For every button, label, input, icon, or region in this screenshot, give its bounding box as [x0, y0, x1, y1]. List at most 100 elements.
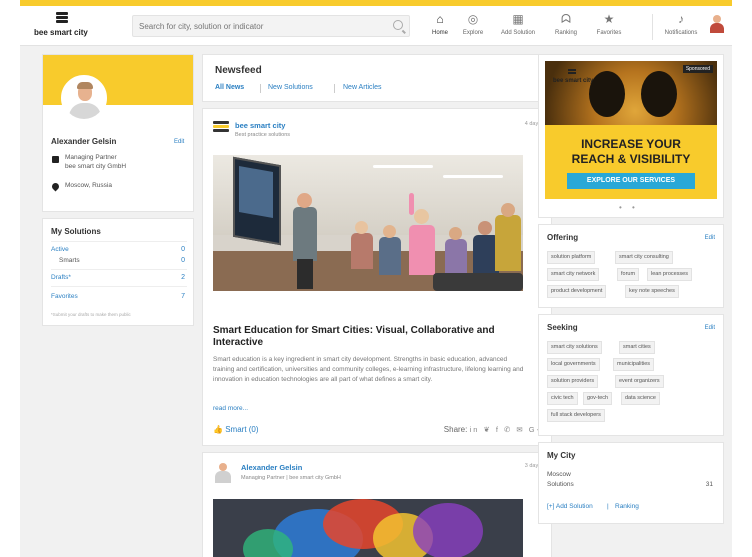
nav-explore[interactable]: ◎ Explore [460, 12, 486, 42]
avatar-shirt [69, 103, 101, 119]
post-image-classroom[interactable] [213, 155, 523, 291]
tab-new-solutions[interactable]: New Solutions [268, 84, 313, 91]
seeking-tag[interactable]: local governments [547, 358, 600, 371]
offering-tag[interactable]: product development [547, 285, 607, 298]
divider [51, 241, 187, 242]
solutions-drafts-link[interactable]: Drafts* [51, 274, 71, 282]
search-icon[interactable] [393, 20, 403, 30]
smart-like-button[interactable]: 👍 Smart (0) [213, 425, 259, 434]
profile-avatar[interactable] [61, 75, 107, 121]
bee-logo-icon [568, 69, 576, 77]
search-box[interactable] [132, 15, 410, 37]
seeking-edit-link[interactable]: Edit [705, 325, 715, 331]
globe-icon: ◎ [467, 12, 479, 26]
my-solutions-card: My Solutions Active 0 Smarts 0 Drafts* 2… [42, 218, 194, 326]
ad-banner[interactable]: bee smart city Sponsored INCREASE YOUR R… [545, 61, 717, 199]
photo-kid-pink [409, 225, 435, 275]
bee-logo-icon[interactable] [213, 121, 229, 137]
ad-bee-eye [589, 71, 625, 117]
add-solution-link[interactable]: [+] Add Solution [547, 503, 593, 511]
divider [51, 286, 187, 287]
seeking-card: Seeking Edit smart city solutions smart … [538, 314, 724, 436]
profile-edit-link[interactable]: Edit [174, 139, 184, 145]
photo-kid-head [501, 203, 515, 217]
photo-desk [433, 273, 523, 291]
tab-new-articles[interactable]: New Articles [343, 84, 382, 91]
post-excerpt: Smart education is a key ingredient in s… [213, 356, 524, 383]
offering-title: Offering [547, 233, 579, 242]
offering-tag[interactable]: smart city consulting [615, 251, 673, 264]
photo-kid-arm [409, 193, 414, 215]
medal-icon: ᗣ [561, 12, 571, 26]
tab-separator [334, 84, 335, 93]
post-author-avatar[interactable] [215, 463, 231, 483]
tab-all-news[interactable]: All News [215, 84, 244, 91]
explore-services-button[interactable]: EXPLORE OUR SERVICES [567, 173, 695, 189]
location-pin-icon [50, 181, 61, 192]
post-author[interactable]: Alexander Gelsin [241, 463, 302, 472]
seeking-tag[interactable]: gov-tech [583, 392, 613, 405]
city-ranking-link[interactable]: Ranking [615, 503, 639, 511]
ad-logo-text: bee smart city [553, 78, 594, 84]
nav-favorites[interactable]: ★ Favorites [592, 12, 626, 42]
seeking-tag[interactable]: smart cities [619, 341, 655, 354]
city-solutions-count: 31 [705, 481, 713, 488]
bee-smart-city-logo[interactable]: bee smart city [34, 12, 90, 40]
nav-home[interactable]: ⌂ Home [428, 12, 452, 42]
avatar-head [219, 463, 227, 471]
thumbs-up-icon: 👍 [213, 425, 223, 434]
seeking-tag[interactable]: event organizers [615, 375, 664, 388]
app-frame: bee smart city ⌂ Home ◎ Explore ▦ Add So… [20, 0, 732, 557]
nav-label: Add Solution [500, 30, 536, 36]
offering-card: Offering Edit solution platform smart ci… [538, 224, 724, 308]
post-image-art[interactable] [213, 499, 523, 557]
offering-tag[interactable]: key note speeches [625, 285, 679, 298]
photo-kid [351, 233, 373, 269]
city-name[interactable]: Moscow [547, 471, 571, 479]
seeking-tag[interactable]: data science [621, 392, 660, 405]
profile-location: Moscow, Russia [65, 182, 112, 189]
profile-company: bee smart city GmbH [65, 163, 127, 170]
offering-edit-link[interactable]: Edit [705, 235, 715, 241]
nav-notifications[interactable]: ♪ Notifications [660, 12, 702, 42]
bee-logo-icon [56, 12, 68, 26]
sponsored-ad-card: bee smart city Sponsored INCREASE YOUR R… [538, 54, 724, 218]
nav-add-solution[interactable]: ▦ Add Solution [496, 12, 540, 42]
user-avatar-menu[interactable] [710, 15, 724, 33]
read-more-link[interactable]: read more... [213, 405, 248, 412]
bell-icon: ♪ [678, 12, 684, 26]
building-icon: ▦ [512, 12, 524, 26]
post-author[interactable]: bee smart city [235, 121, 285, 130]
offering-tag[interactable]: lean processes [647, 268, 692, 281]
my-solutions-title: My Solutions [51, 227, 101, 236]
solutions-active-link[interactable]: Active [51, 246, 69, 254]
star-icon: ★ [603, 12, 615, 26]
carousel-dots[interactable]: • • [619, 203, 639, 212]
newsfeed-title: Newsfeed [215, 65, 262, 76]
logo-text: bee smart city [34, 28, 88, 37]
ad-bee-eye [641, 71, 677, 117]
seeking-tag[interactable]: full stack developers [547, 409, 605, 422]
post-title[interactable]: Smart Education for Smart Cities: Visual… [213, 325, 523, 349]
post-card: bee smart city Best practice solutions 4… [202, 108, 552, 446]
nav-ranking[interactable]: ᗣ Ranking [552, 12, 580, 42]
offering-tag[interactable]: forum [617, 268, 640, 281]
briefcase-icon [52, 156, 59, 163]
post-card: Alexander Gelsin Managing Partner | bee … [202, 452, 552, 557]
seeking-tag[interactable]: municipalities [613, 358, 655, 371]
avatar-body [710, 23, 724, 33]
nav-label: Notifications [664, 30, 698, 36]
solutions-favorites-link[interactable]: Favorites [51, 293, 78, 301]
seeking-tag[interactable]: smart city solutions [547, 341, 602, 354]
search-input[interactable] [133, 16, 383, 36]
seeking-tag[interactable]: solution providers [547, 375, 599, 388]
offering-tag[interactable]: solution platform [547, 251, 596, 264]
solutions-footnote: *Submit your drafts to make them public [51, 312, 131, 317]
seeking-tag[interactable]: civic tech [547, 392, 578, 405]
offering-tag[interactable]: smart city network [547, 268, 600, 281]
nav-label: Home [431, 30, 448, 36]
photo-kid [379, 237, 401, 275]
share-icons[interactable]: in ❦ f ✆ ✉ G+ [470, 425, 543, 434]
profile-role: Managing Partner [65, 154, 117, 161]
solutions-smarts-count: 0 [181, 257, 185, 264]
